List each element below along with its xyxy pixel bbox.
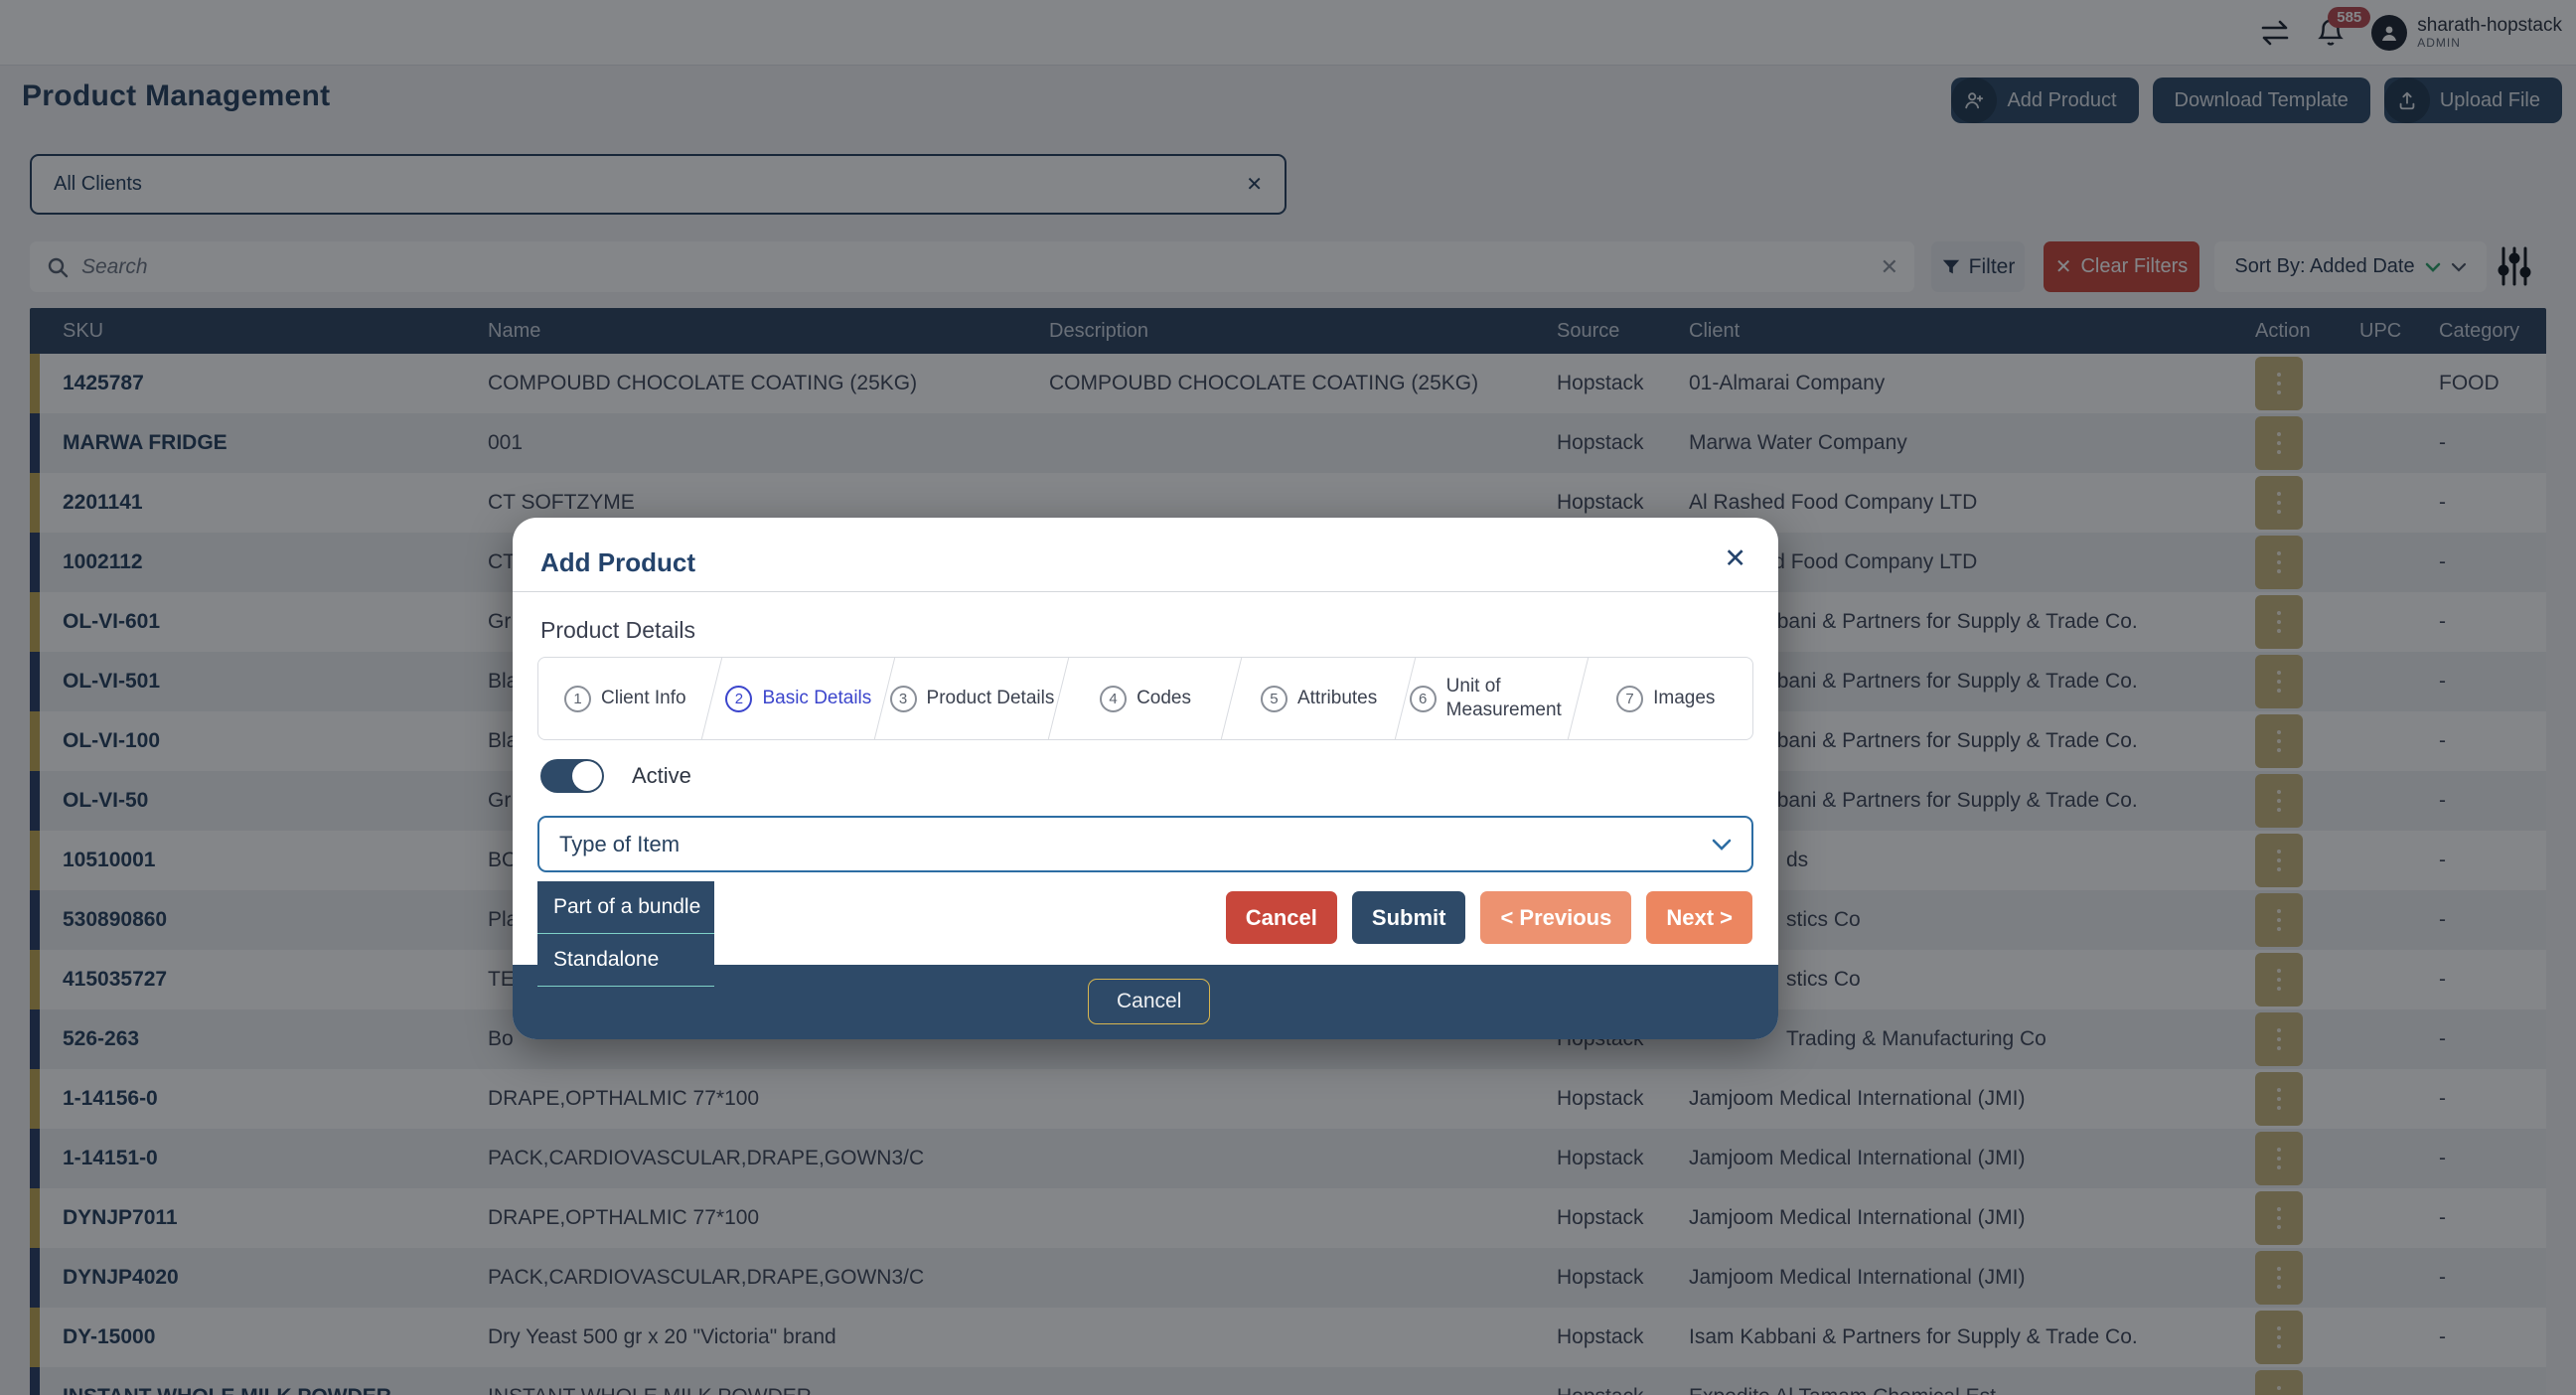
previous-button[interactable]: < Previous <box>1480 891 1631 944</box>
wizard-stepper: 1 Client Info 2 Basic Details 3 Product Detai… <box>537 657 1753 740</box>
step-number: 3 <box>890 686 917 712</box>
next-button[interactable]: Next > <box>1646 891 1752 944</box>
step-client-info[interactable]: 1 Client Info <box>538 658 712 739</box>
step-number: 4 <box>1100 686 1127 712</box>
step-codes[interactable]: 4 Codes <box>1059 658 1233 739</box>
active-toggle-label: Active <box>632 763 691 789</box>
active-toggle[interactable] <box>540 759 604 793</box>
type-of-item-select[interactable]: Type of Item <box>537 816 1753 872</box>
add-product-modal: Add Product ✕ Product Details 1 Client In… <box>513 518 1778 1039</box>
step-number: 1 <box>564 686 591 712</box>
modal-title: Add Product <box>540 547 695 578</box>
modal-button-row: Cancel Submit < Previous Next > <box>1226 891 1752 944</box>
step-label: Basic Details <box>762 687 871 710</box>
modal-close-icon[interactable]: ✕ <box>1724 543 1746 574</box>
toggle-knob <box>572 761 602 791</box>
step-label: Unit of Measurement <box>1446 675 1576 722</box>
type-of-item-label: Type of Item <box>559 832 680 857</box>
step-number: 7 <box>1616 686 1643 712</box>
step-label: Client Info <box>601 687 686 710</box>
step-images[interactable]: 7 Images <box>1579 658 1752 739</box>
modal-divider <box>513 591 1778 592</box>
step-label: Attributes <box>1297 687 1377 710</box>
active-toggle-row: Active <box>540 759 691 793</box>
step-label: Product Details <box>927 687 1055 710</box>
option-part-of-a-bundle[interactable]: Part of a bundle <box>537 881 714 934</box>
step-label: Codes <box>1136 687 1191 710</box>
type-of-item-options: Part of a bundleStandalone <box>537 881 714 987</box>
step-number: 5 <box>1261 686 1288 712</box>
submit-button[interactable]: Submit <box>1352 891 1466 944</box>
step-label: Images <box>1653 687 1715 710</box>
step-number: 6 <box>1410 686 1437 712</box>
step-number: 2 <box>725 686 752 712</box>
step-basic-details[interactable]: 2 Basic Details <box>712 658 886 739</box>
footer-cancel-button[interactable]: Cancel <box>1088 979 1210 1024</box>
cancel-button[interactable]: Cancel <box>1226 891 1337 944</box>
step-attributes[interactable]: 5 Attributes <box>1232 658 1406 739</box>
option-standalone[interactable]: Standalone <box>537 934 714 987</box>
modal-section-label: Product Details <box>540 617 695 644</box>
step-unit-of-measurement[interactable]: 6 Unit of Measurement <box>1406 658 1580 739</box>
step-product-details[interactable]: 3 Product Details <box>885 658 1059 739</box>
select-chevron-down-icon <box>1712 839 1732 851</box>
